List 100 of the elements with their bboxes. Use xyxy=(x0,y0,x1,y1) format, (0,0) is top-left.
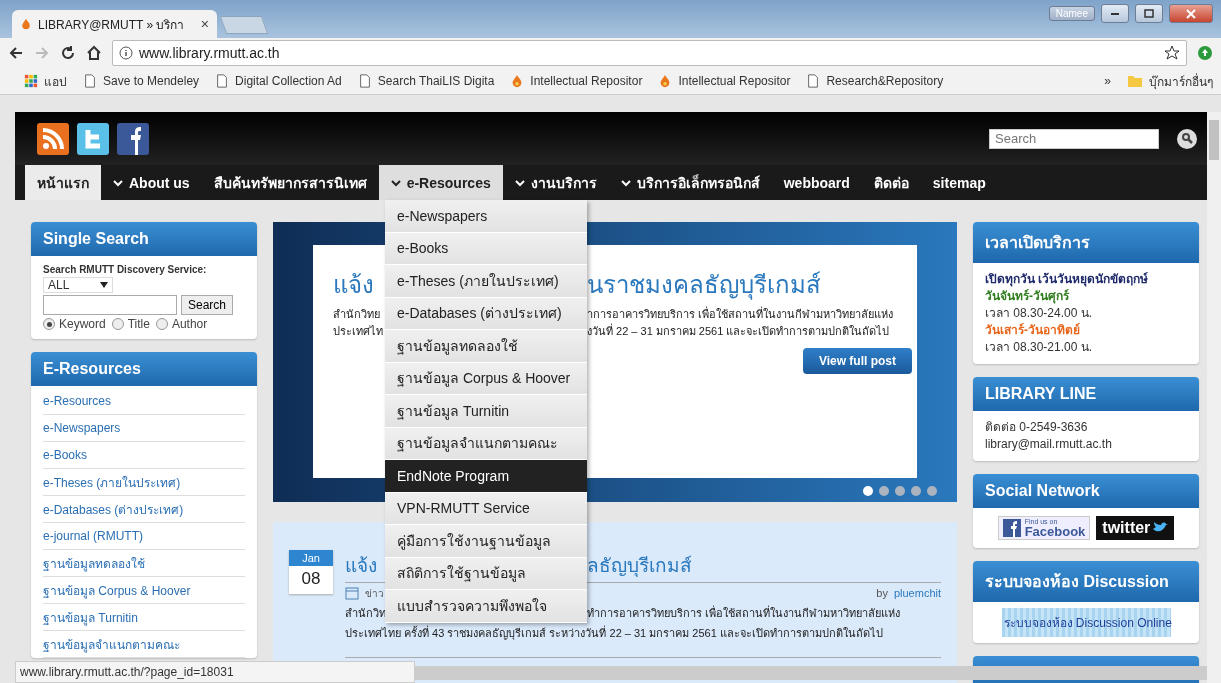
flame-icon xyxy=(20,18,32,30)
slide-text: าการอาคารวิทยบริการ เพื่อใช้สถานที่ในงานกีฬามหาวิทยาลัยแห่ง xyxy=(587,306,895,322)
bookmark-item[interactable]: Research&Repository xyxy=(806,74,944,88)
close-icon xyxy=(1185,7,1197,20)
maximize-icon xyxy=(1143,7,1155,20)
maximize-button[interactable] xyxy=(1135,4,1163,23)
page-icon xyxy=(806,74,821,88)
search-button[interactable]: Search xyxy=(181,295,234,315)
sidebar-link[interactable]: e-Theses (ภายในประเทศ) xyxy=(43,469,245,496)
close-button[interactable] xyxy=(1169,4,1213,23)
nav-item[interactable]: webboard xyxy=(771,165,862,200)
nav-item[interactable]: e-Resources xyxy=(378,165,503,200)
post-title[interactable]: ลธัญบุรีเกมส์ xyxy=(587,550,941,580)
slide-dot[interactable] xyxy=(927,486,937,496)
extension-icon[interactable] xyxy=(1197,45,1213,61)
facebook-icon[interactable] xyxy=(117,122,149,155)
radio-button[interactable] xyxy=(155,318,168,330)
author-link[interactable]: pluemchit xyxy=(893,587,941,599)
contact-text: ติดต่อ 0-2549-3636 xyxy=(985,419,1089,436)
facebook-icon xyxy=(1002,519,1021,537)
rss-icon[interactable] xyxy=(37,122,69,155)
bookmark-item[interactable]: Intellectual Repositor xyxy=(510,74,643,88)
hours-text: เปิดทุกวัน เว้นวันหยุดนักขัตฤกษ์ xyxy=(985,271,1150,288)
panel-header: Single Search xyxy=(31,222,257,256)
menu-item[interactable]: ฐานข้อมูลจำแนกตามคณะ xyxy=(385,427,587,460)
page-icon xyxy=(357,74,372,88)
twitter-badge[interactable]: twitter xyxy=(1096,516,1175,540)
slide-dot[interactable] xyxy=(911,486,921,496)
menu-item[interactable]: EndNote Program xyxy=(385,460,587,493)
sidebar-link[interactable]: e-journal (RMUTT) xyxy=(43,523,245,550)
status-url: www.library.rmutt.ac.th/?page_id=18031 xyxy=(15,661,415,683)
search-icon[interactable] xyxy=(1177,128,1197,149)
chevron-down-icon xyxy=(113,178,123,187)
bookmark-item[interactable]: Intellectual Repositor xyxy=(658,74,791,88)
radio-button[interactable] xyxy=(43,318,55,330)
bookmark-item[interactable]: Search ThaiLIS Digita xyxy=(357,74,495,88)
bookmark-item[interactable]: Save to Mendeley xyxy=(83,74,200,88)
menu-item[interactable]: VPN-RMUTT Service xyxy=(385,492,587,525)
caption-text: Search RMUTT Discovery Service: xyxy=(43,264,208,275)
home-icon[interactable] xyxy=(86,45,102,61)
minimize-button[interactable] xyxy=(1101,4,1129,23)
nav-item[interactable]: sitemap xyxy=(920,165,998,200)
search-field[interactable]: Search xyxy=(989,128,1159,149)
more-bookmarks-button[interactable]: » xyxy=(1104,74,1111,88)
sidebar-link[interactable]: e-Resources xyxy=(43,388,245,415)
radio-button[interactable] xyxy=(111,318,124,330)
panel-header: E-Resources xyxy=(31,352,257,386)
search-input[interactable] xyxy=(43,295,177,315)
menu-item[interactable]: e-Databases (ต่างประเทศ) xyxy=(385,297,587,330)
sidebar-link[interactable]: ฐานข้อมูลทดลองใช้ xyxy=(43,550,245,577)
post-text: ประเทศไทย ครั้งที่ 43 ราชมงคลธัญบุรีเกมส์ ระหว่างวันที่ 22 – 31 มกราคม 2561 และจะเปิดทำการตามปกติในถัดไป xyxy=(345,624,884,642)
vertical-scrollbar[interactable] xyxy=(1207,112,1221,683)
sidebar-link[interactable]: ฐานข้อมูล Corpus & Hoover xyxy=(43,577,245,604)
browser-tab[interactable]: LIBRARY@RMUTT » บริกา × xyxy=(12,10,217,38)
address-bar[interactable]: www.library.rmutt.ac.th xyxy=(112,40,1187,66)
menu-item[interactable]: แบบสำรวจความพึงพอใจ xyxy=(385,590,587,623)
slide-title: นราชมงคลธัญบุรีเกมส์ xyxy=(587,270,822,302)
contact-text: library@mail.rmutt.ac.th xyxy=(985,436,1113,453)
menu-item[interactable]: ฐานข้อมูลทดลองใช้ xyxy=(385,330,587,363)
sidebar-link[interactable]: ฐานข้อมูลจำแนกตามคณะ xyxy=(43,631,245,658)
scope-dropdown[interactable]: ALL xyxy=(43,277,113,293)
star-icon[interactable] xyxy=(1164,45,1180,61)
byline-text: by xyxy=(876,587,888,599)
sidebar-link[interactable]: e-Books xyxy=(43,442,245,469)
nav-item[interactable]: About us xyxy=(101,165,202,200)
nav-item[interactable]: ติดต่อ xyxy=(861,165,921,200)
bookmark-item[interactable]: แอป xyxy=(24,71,67,91)
post-category[interactable]: ข่าว xyxy=(365,585,384,601)
sidebar-link[interactable]: e-Databases (ต่างประเทศ) xyxy=(43,496,245,523)
back-arrow-icon[interactable] xyxy=(8,45,24,61)
menu-item[interactable]: e-Theses (ภายในประเทศ) xyxy=(385,265,587,298)
nav-item[interactable]: สืบค้นทรัพยากรสารนิเทศ xyxy=(201,165,379,200)
horizontal-scrollbar[interactable] xyxy=(415,666,1207,680)
other-bookmarks-item[interactable]: บุ๊กมาร์กอื่นๆ xyxy=(1127,71,1213,91)
hours-text: วันจันทร์-วันศุกร์ xyxy=(985,288,1071,305)
nav-item[interactable]: บริการอิเล็กทรอนิกส์ xyxy=(608,165,772,200)
info-icon xyxy=(119,46,133,60)
nav-item[interactable]: งานบริการ xyxy=(502,165,609,200)
menu-item[interactable]: ฐานข้อมูล Corpus & Hoover xyxy=(385,362,587,395)
sidebar-link[interactable]: ฐานข้อมูล Turnitin xyxy=(43,604,245,631)
post-text: สำนักวิท xyxy=(345,606,385,621)
sidebar-link[interactable]: e-Newspapers xyxy=(43,415,245,442)
close-tab-button[interactable]: × xyxy=(200,16,209,32)
slide-dot[interactable] xyxy=(895,486,905,496)
page-icon xyxy=(215,74,230,88)
menu-item[interactable]: สถิติการใช้ฐานข้อมูล xyxy=(385,557,587,590)
bookmark-item[interactable]: Digital Collection Ad xyxy=(215,74,342,88)
hours-text: เวลา 08.30-21.00 น. xyxy=(985,339,1094,356)
menu-item[interactable]: e-Books xyxy=(385,232,587,265)
slide-dot[interactable] xyxy=(879,486,889,496)
slide-dot[interactable] xyxy=(863,486,873,496)
view-full-post-button[interactable]: View full post xyxy=(802,348,912,374)
reload-icon[interactable] xyxy=(60,45,76,61)
discussion-banner[interactable]: ระบบจองห้อง Discussion Online xyxy=(1001,608,1171,637)
menu-item[interactable]: ฐานข้อมูล Turnitin xyxy=(385,395,587,428)
menu-item[interactable]: คู่มือการใช้งานฐานข้อมูล xyxy=(385,525,587,558)
nav-item[interactable]: หน้าแรก xyxy=(25,165,101,200)
post-title[interactable]: แจ้ง xyxy=(345,550,385,580)
panel-header: Social Network xyxy=(973,474,1199,508)
menu-item[interactable]: e-Newspapers xyxy=(385,200,587,233)
